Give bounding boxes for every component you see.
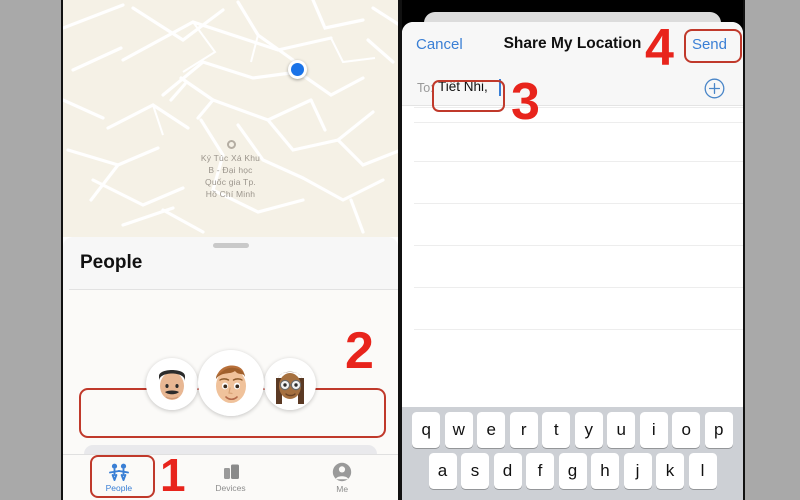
devices-icon [223, 464, 239, 479]
key-g[interactable]: g [558, 453, 587, 489]
memoji-dark-hair-mustache-icon [158, 370, 185, 400]
memoji-glasses-long-hair-icon [275, 371, 304, 404]
key-o[interactable]: o [672, 412, 701, 448]
poi-ring-icon [226, 140, 236, 149]
key-e[interactable]: e [477, 412, 506, 448]
right-phone-screen: Cancel Share My Location Send To: Tiết N… [400, 0, 745, 500]
map-label-line-4: Hồ Chí Minh [205, 189, 256, 199]
two-people-icon [108, 463, 129, 481]
screenshot-stage: Ký Túc Xá Khu B - Đại học Quốc gia Tp. H… [0, 0, 800, 500]
body-separator [414, 245, 743, 246]
key-y[interactable]: y [574, 412, 603, 448]
text-cursor [499, 79, 501, 96]
blue-dot-inner [291, 63, 304, 76]
key-d[interactable]: d [493, 453, 522, 489]
sidebar-item-me[interactable]: Me [286, 462, 398, 494]
annotation-number-4: 4 [645, 19, 674, 77]
key-f[interactable]: f [526, 453, 554, 489]
avatar[interactable] [145, 358, 198, 410]
share-my-location-modal: Cancel Share My Location Send To: Tiết N… [402, 22, 743, 500]
key-a[interactable]: a [428, 453, 457, 489]
drag-handle-icon[interactable] [212, 243, 249, 248]
send-button[interactable]: Send [692, 36, 727, 53]
page-title: People [80, 252, 143, 273]
keyboard-row-1: q w e r t y u i o p [402, 407, 743, 448]
on-screen-keyboard[interactable]: q w e r t y u i o p a s d f g h j k l [402, 407, 743, 500]
sidebar-item-label: People [105, 482, 133, 493]
sidebar-item-label: Devices [215, 482, 246, 493]
person-circle-icon [332, 462, 352, 481]
key-q[interactable]: q [412, 412, 441, 448]
key-w[interactable]: w [444, 412, 473, 448]
body-separator [414, 161, 743, 162]
message-body-area[interactable] [402, 107, 743, 407]
key-s[interactable]: s [461, 453, 489, 489]
to-label: To: [417, 81, 434, 95]
tab-bar: People Devices Me [63, 454, 398, 500]
avatar[interactable] [263, 358, 316, 410]
sidebar-item-devices[interactable]: Devices [175, 463, 287, 493]
body-separator [414, 107, 743, 108]
avatar-group [136, 348, 326, 428]
body-separator [414, 203, 743, 204]
memoji-brown-quiff-icon [215, 365, 246, 403]
map-label-line-2: B - Đại học [208, 165, 253, 175]
key-l[interactable]: l [688, 453, 717, 489]
map-place-label: Ký Túc Xá Khu B - Đại học Quốc gia Tp. H… [63, 152, 398, 200]
to-recipient-value: Tiết Nhi, [438, 79, 488, 94]
map-label-line-3: Quốc gia Tp. [205, 177, 256, 187]
annotation-number-1: 1 [160, 449, 186, 500]
blue-location-dot-icon [288, 60, 307, 79]
key-u[interactable]: u [607, 412, 636, 448]
key-j[interactable]: j [623, 453, 652, 489]
key-k[interactable]: k [656, 453, 684, 489]
sidebar-item-people[interactable]: People [63, 463, 175, 493]
key-h[interactable]: h [591, 453, 619, 489]
sidebar-item-label: Me [336, 483, 349, 494]
body-separator [414, 329, 743, 330]
key-p[interactable]: p [704, 412, 733, 448]
plus-circle-icon[interactable] [704, 78, 725, 104]
avatar[interactable] [197, 350, 264, 416]
map-label-line-1: Ký Túc Xá Khu [200, 153, 261, 163]
body-separator [414, 287, 743, 288]
map-roads [63, 0, 398, 234]
key-i[interactable]: i [639, 412, 668, 448]
to-recipient-field[interactable]: To: Tiết Nhi, [402, 70, 743, 106]
left-phone-screen: Ký Túc Xá Khu B - Đại học Quốc gia Tp. H… [61, 0, 400, 500]
map-view[interactable]: Ký Túc Xá Khu B - Đại học Quốc gia Tp. H… [63, 0, 398, 237]
body-separator [414, 122, 743, 123]
annotation-number-2: 2 [345, 322, 374, 380]
key-t[interactable]: t [542, 412, 571, 448]
keyboard-row-2: a s d f g h j k l [402, 448, 743, 489]
key-r[interactable]: r [509, 412, 538, 448]
annotation-number-3: 3 [511, 73, 540, 131]
modal-nav-bar: Cancel Share My Location Send [402, 22, 743, 70]
